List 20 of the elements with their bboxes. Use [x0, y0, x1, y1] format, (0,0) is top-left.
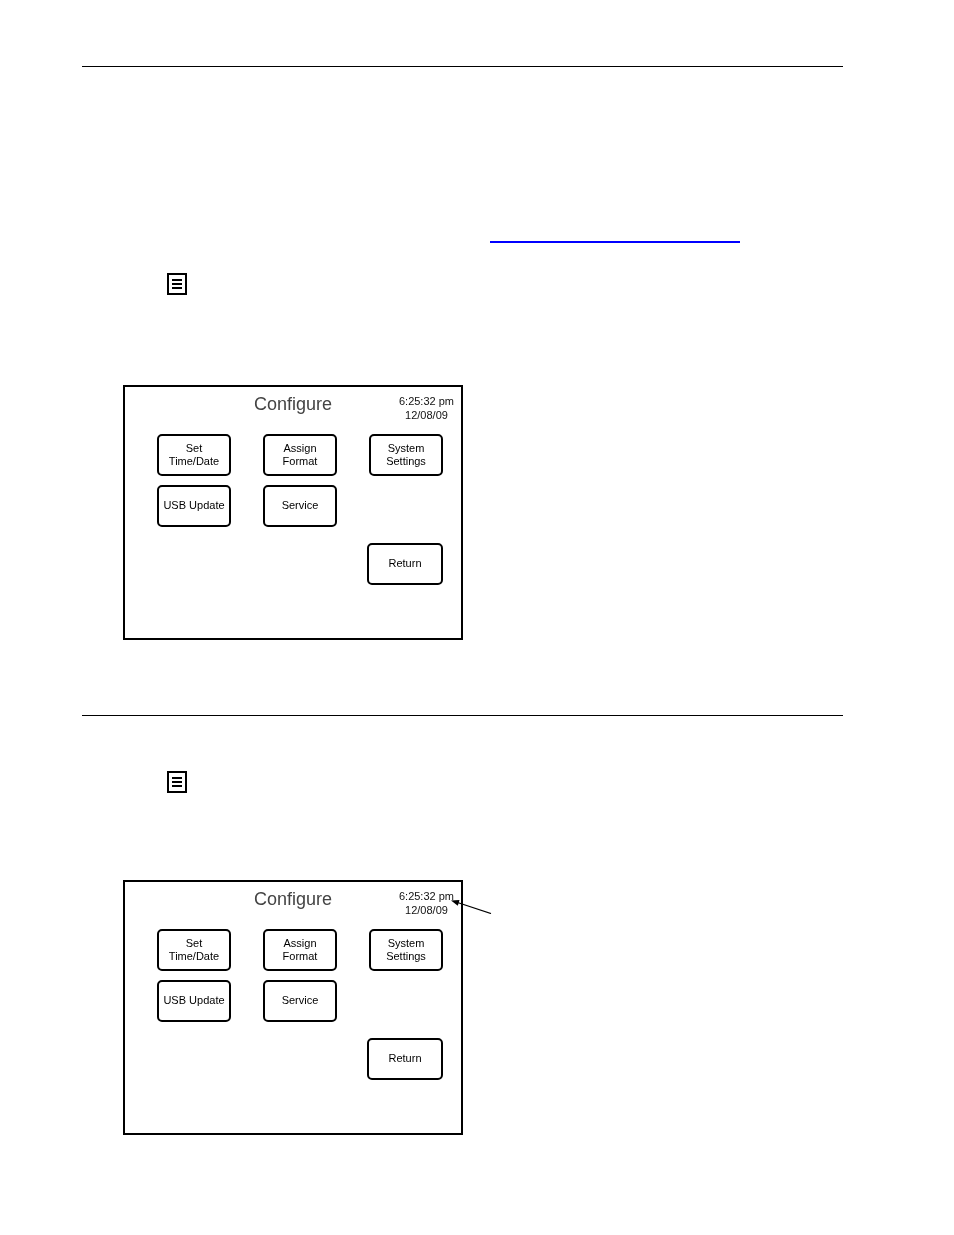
- clock-date: 12/08/09: [405, 407, 448, 422]
- clock-time: 6:25:32 pm: [398, 888, 454, 903]
- screen-title: Configure: [253, 888, 332, 910]
- clock-time: 6:25:32 pm: [398, 393, 454, 408]
- document-icon: [167, 272, 187, 295]
- menu-button[interactable]: Set Time/Date: [157, 433, 231, 476]
- clock-date: 12/08/09: [405, 902, 448, 917]
- return-button[interactable]: Return: [367, 542, 443, 585]
- menu-button[interactable]: USB Update: [157, 484, 231, 527]
- menu-button[interactable]: Assign Format: [263, 433, 337, 476]
- menu-button[interactable]: USB Update: [157, 979, 231, 1022]
- menu-button[interactable]: System Settings: [369, 928, 443, 971]
- screen-title: Configure: [253, 393, 332, 415]
- menu-button[interactable]: Service: [263, 979, 337, 1022]
- menu-button[interactable]: Assign Format: [263, 928, 337, 971]
- menu-button[interactable]: System Settings: [369, 433, 443, 476]
- menu-button[interactable]: Set Time/Date: [157, 928, 231, 971]
- menu-button[interactable]: Service: [263, 484, 337, 527]
- return-button[interactable]: Return: [367, 1037, 443, 1080]
- document-icon: [167, 770, 187, 793]
